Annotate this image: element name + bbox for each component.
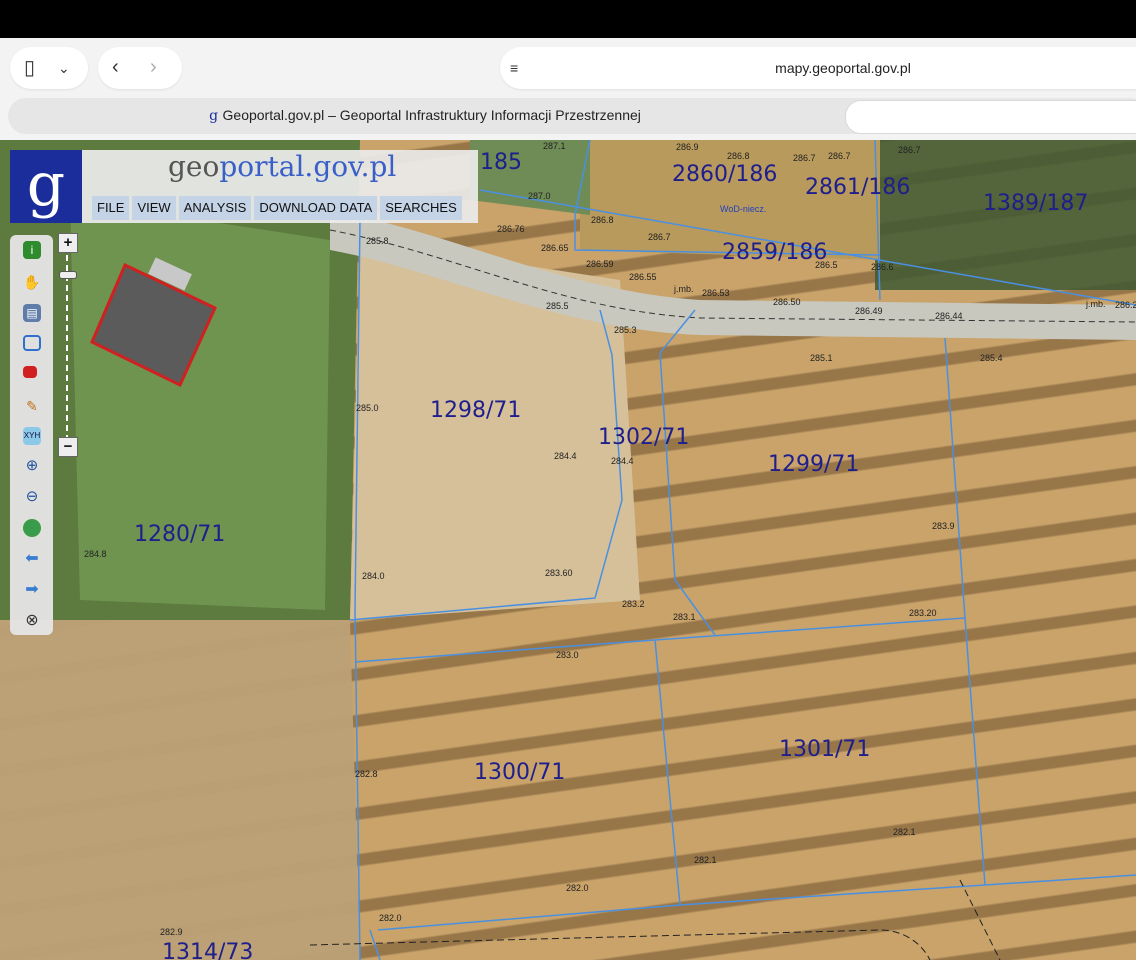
- elevation-label: 283.2: [622, 599, 645, 609]
- elevation-label: 285.3: [614, 325, 637, 335]
- elevation-label: 286.6: [871, 262, 894, 272]
- elevation-label: 283.60: [545, 568, 573, 578]
- parcel-label[interactable]: 1301/71: [779, 737, 870, 762]
- parcel-label[interactable]: 1280/71: [134, 522, 225, 547]
- parcel-label[interactable]: 1314/73: [162, 940, 253, 960]
- elevation-label: 286.59: [586, 259, 614, 269]
- elevation-label: 286.2: [1115, 300, 1136, 310]
- elevation-label: 286.55: [629, 272, 657, 282]
- forward-button[interactable]: ›: [150, 57, 157, 77]
- tab-new[interactable]: [845, 100, 1136, 134]
- elevation-label: 285.5: [546, 301, 569, 311]
- reader-icon: ≡: [510, 60, 519, 76]
- road-label: j.mb.: [674, 284, 694, 294]
- elevation-label: 285.1: [810, 353, 833, 363]
- parcel-label[interactable]: 1298/71: [430, 398, 521, 423]
- select-blue-icon[interactable]: [23, 335, 41, 351]
- elevation-label: 282.9: [160, 927, 183, 937]
- zoom-slider[interactable]: + −: [58, 233, 78, 459]
- zoom-handle[interactable]: [59, 271, 77, 279]
- parcel-label[interactable]: 1299/71: [768, 452, 859, 477]
- elevation-label: 286.7: [828, 151, 851, 161]
- main-menu: FILE VIEW ANALYSIS DOWNLOAD DATA SEARCHE…: [92, 196, 465, 220]
- elevation-label: 286.8: [727, 151, 750, 161]
- pan-icon[interactable]: ✋: [23, 273, 41, 291]
- zoom-out-icon[interactable]: ⊖: [23, 488, 41, 506]
- elevation-label: 285.4: [980, 353, 1003, 363]
- elevation-label: 286.53: [702, 288, 730, 298]
- elevation-label: 286.8: [591, 215, 614, 225]
- elevation-label: 286.7: [793, 153, 816, 163]
- parcel-label[interactable]: 2860/186: [672, 162, 777, 187]
- road-label: j.mb.: [1086, 299, 1106, 309]
- elevation-label: 284.4: [611, 456, 634, 466]
- menu-view[interactable]: VIEW: [132, 196, 176, 220]
- elevation-label: 282.0: [566, 883, 589, 893]
- elevation-label: 284.4: [554, 451, 577, 461]
- back-button[interactable]: ‹: [112, 57, 119, 77]
- parcel-label[interactable]: 1389/187: [983, 191, 1088, 216]
- elevation-label: 285.0: [356, 403, 379, 413]
- chevron-down-icon: ⌄: [58, 60, 70, 76]
- menu-searches[interactable]: SEARCHES: [380, 196, 462, 220]
- zoom-plus-button[interactable]: +: [58, 233, 78, 253]
- elevation-label: 286.44: [935, 311, 963, 321]
- menu-analysis[interactable]: ANALYSIS: [178, 196, 252, 220]
- xyh-icon[interactable]: XYH: [23, 427, 41, 445]
- elevation-label: 282.1: [893, 827, 916, 837]
- globe-icon[interactable]: [23, 519, 41, 537]
- zoom-minus-button[interactable]: −: [58, 437, 78, 457]
- geoportal-logo[interactable]: g: [10, 150, 82, 223]
- elevation-label: 286.50: [773, 297, 801, 307]
- elevation-label: 286.65: [541, 243, 569, 253]
- parcel-label[interactable]: 2861/186: [805, 175, 910, 200]
- window-topbar: [0, 0, 1136, 38]
- map-svg: [0, 140, 1136, 960]
- elevation-label: 287.0: [528, 191, 551, 201]
- select-red-icon[interactable]: [23, 366, 37, 378]
- elevation-label: 283.9: [932, 521, 955, 531]
- elevation-label: 286.7: [898, 145, 921, 155]
- browser-chrome: ▯ ⌄ ‹ › ≡ mapy.geoportal.gov.pl g Geopor…: [0, 38, 1136, 140]
- sidebar-toggle-button[interactable]: ▯ ⌄: [10, 47, 88, 89]
- elevation-label: 283.0: [556, 650, 579, 660]
- tab-title[interactable]: g Geoportal.gov.pl – Geoportal Infrastru…: [0, 107, 850, 124]
- elevation-label: 282.8: [355, 769, 378, 779]
- parcel-label[interactable]: 1302/71: [598, 425, 689, 450]
- back-icon[interactable]: ⬅: [23, 550, 41, 568]
- elevation-label: 286.76: [497, 224, 525, 234]
- elevation-label: 284.0: [362, 571, 385, 581]
- elevation-label: 282.1: [694, 855, 717, 865]
- elevation-label: 284.8: [84, 549, 107, 559]
- map-toolbar: i ✋ ▤ ✎ XYH ⊕ ⊖ ⬅ ➡ ⊗: [10, 235, 53, 635]
- sidebar-icon: ▯: [24, 57, 36, 79]
- elevation-label: 283.20: [909, 608, 937, 618]
- elevation-label: 285.8: [366, 236, 389, 246]
- layers-icon[interactable]: ▤: [23, 304, 41, 322]
- map-canvas[interactable]: 185 2860/186 2861/186 1389/187 2859/186 …: [0, 140, 1136, 960]
- elevation-label: 286.9: [676, 142, 699, 152]
- forward-icon[interactable]: ➡: [23, 581, 41, 599]
- elevation-label: 283.1: [673, 612, 696, 622]
- menu-download-data[interactable]: DOWNLOAD DATA: [254, 196, 378, 220]
- elevation-label: 286.7: [648, 232, 671, 242]
- menu-file[interactable]: FILE: [92, 196, 130, 220]
- elevation-label: 282.0: [379, 913, 402, 923]
- zoom-in-icon[interactable]: ⊕: [23, 457, 41, 475]
- elevation-label: 286.49: [855, 306, 883, 316]
- zoom-track[interactable]: [66, 255, 70, 441]
- crosshair-icon[interactable]: ⊗: [23, 612, 41, 630]
- parcel-label[interactable]: 1300/71: [474, 760, 565, 785]
- parcel-label[interactable]: 185: [480, 150, 522, 175]
- elevation-label: 286.5: [815, 260, 838, 270]
- url-text: mapy.geoportal.gov.pl: [775, 60, 911, 76]
- pencil-icon[interactable]: ✎: [23, 397, 41, 415]
- elevation-label: 287.1: [543, 141, 566, 151]
- info-icon[interactable]: i: [23, 241, 41, 259]
- logo-title: geoportal.gov.pl: [168, 150, 397, 183]
- geoportal-favicon-icon: g: [209, 108, 223, 124]
- road-label: WoD-niecz.: [720, 204, 767, 214]
- navigation-buttons: ‹ ›: [98, 47, 182, 89]
- parcel-label[interactable]: 2859/186: [722, 240, 827, 265]
